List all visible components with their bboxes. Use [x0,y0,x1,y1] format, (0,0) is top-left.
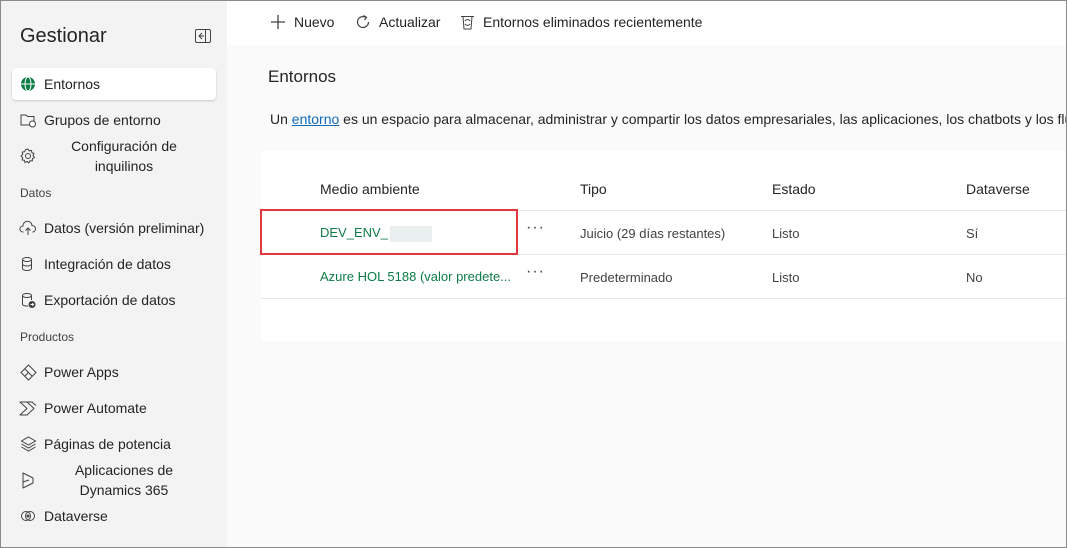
column-header-dataverse[interactable]: Dataverse [966,181,1030,197]
recently-deleted-button[interactable]: Entornos eliminados recientemente [458,13,702,31]
sidebar-item-power-pages[interactable]: Páginas de potencia [12,428,216,460]
sidebar-item-label: Integración de datos [44,256,171,272]
new-button[interactable]: Nuevo [269,13,334,31]
sidebar-item-label: Dataverse [44,508,108,524]
column-header-state[interactable]: Estado [772,181,816,197]
sidebar-section-title: Productos [20,330,75,344]
recently-deleted-label: Entornos eliminados recientemente [483,14,703,30]
more-options-button[interactable]: ··· [526,219,545,237]
highlight-box [260,209,518,255]
refresh-icon [354,13,372,31]
sidebar-item-label: Power Apps [44,364,119,380]
intro-suffix: es un espacio para almacenar, administra… [339,111,1067,127]
folder-group-icon [19,111,37,129]
state-cell: Listo [772,270,800,285]
globe-icon [19,75,37,93]
dataverse-cell: No [966,270,983,285]
sidebar-item-label: Grupos de entorno [44,112,161,128]
collapse-sidebar-icon[interactable] [195,29,211,43]
sidebar-item-dynamics[interactable]: Aplicaciones de Dynamics 365 [12,458,216,502]
main-content: Entornos Un entorno es un espacio para a… [227,45,1067,547]
sidebar: Gestionar Entornos Grupos de entorno Con… [1,1,227,547]
sidebar-section-title: Datos [20,186,52,200]
power-apps-icon [19,363,37,381]
sidebar-item-datos[interactable]: Datos (versión preliminar) [12,212,216,244]
row-divider [261,298,1066,299]
more-options-button[interactable]: ··· [526,263,545,281]
refresh-button[interactable]: Actualizar [354,13,440,31]
column-header-environment[interactable]: Medio ambiente [320,181,420,197]
refresh-button-label: Actualizar [379,14,441,30]
new-button-label: Nuevo [294,14,335,30]
gear-icon [19,147,37,165]
sidebar-item-label: Entornos [44,76,101,92]
sidebar-item-dataverse[interactable]: Dataverse [12,500,216,532]
sidebar-item-power-automate[interactable]: Power Automate [12,392,216,424]
intro-prefix: Un [270,111,292,127]
sidebar-item-exportacion[interactable]: Exportación de datos [12,284,216,316]
plus-icon [269,13,287,31]
sidebar-item-label: Datos (versión preliminar) [44,220,205,236]
page-title: Entornos [268,67,337,86]
sidebar-item-power-apps[interactable]: Power Apps [12,356,216,388]
dynamics-icon [19,471,37,489]
type-cell: Predeterminado [580,270,673,285]
sidebar-item-integracion[interactable]: Integración de datos [12,248,216,280]
sidebar-item-label: Páginas de potencia [44,436,171,452]
entorno-link[interactable]: entorno [292,111,339,127]
app-window: Gestionar Entornos Grupos de entorno Con… [0,0,1067,548]
sidebar-item-label: Power Automate [44,400,147,416]
environment-name-link[interactable]: Azure HOL 5188 (valor predete... [320,269,511,284]
cloud-upload-icon [19,219,37,237]
dataverse-icon [19,507,37,525]
database-export-icon [19,291,37,309]
sidebar-item-label: Aplicaciones de Dynamics 365 [74,462,174,498]
power-pages-icon [19,435,37,453]
sidebar-item-grupos[interactable]: Grupos de entorno [12,104,216,136]
column-header-type[interactable]: Tipo [580,181,607,197]
sidebar-item-label: Exportación de datos [44,292,176,308]
type-cell: Juicio (29 días restantes) [580,226,726,241]
intro-text: Un entorno es un espacio para almacenar,… [270,111,1067,127]
database-icon [19,255,37,273]
power-automate-icon [19,399,37,417]
dataverse-cell: Sí [966,226,979,241]
sidebar-item-label: Configuración de inquilinos [71,138,177,174]
command-bar: Nuevo Actualizar Entornos eliminados rec… [227,1,1066,45]
sidebar-item-entornos[interactable]: Entornos [12,68,216,100]
sidebar-item-configuracion[interactable]: Configuración de inquilinos [12,134,216,178]
state-cell: Listo [772,226,800,241]
sidebar-title: Gestionar [20,25,107,47]
recycle-bin-icon [458,13,476,31]
